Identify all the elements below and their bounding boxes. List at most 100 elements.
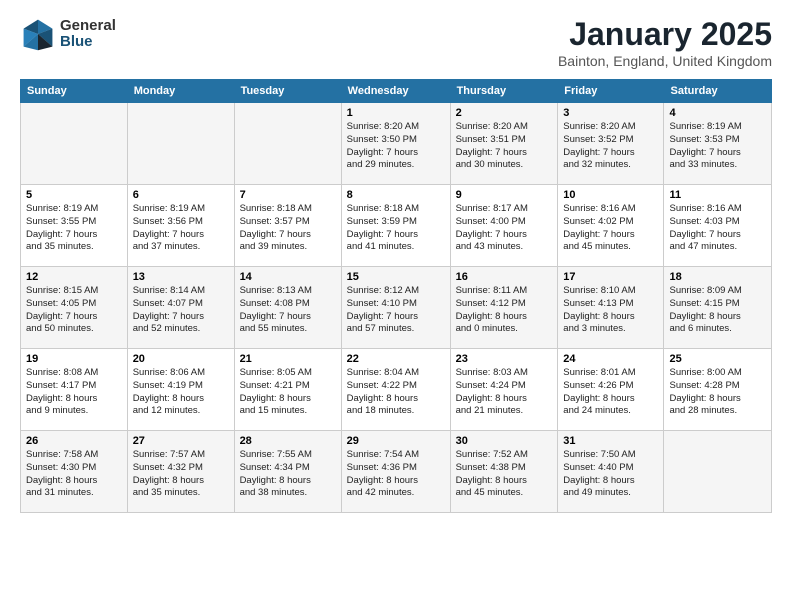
day-info: Sunrise: 8:16 AMSunset: 4:03 PMDaylight:… <box>669 203 766 254</box>
calendar-cell: 25 Sunrise: 8:00 AMSunset: 4:28 PMDayligh… <box>664 349 772 431</box>
day-number: 31 <box>563 435 658 447</box>
day-number: 14 <box>240 271 336 283</box>
day-info: Sunrise: 8:06 AMSunset: 4:19 PMDaylight:… <box>133 367 229 418</box>
day-number: 8 <box>347 189 445 201</box>
calendar-cell: 24 Sunrise: 8:01 AMSunset: 4:26 PMDayligh… <box>558 349 664 431</box>
day-number: 18 <box>669 271 766 283</box>
day-number: 23 <box>456 353 553 365</box>
day-info: Sunrise: 7:57 AMSunset: 4:32 PMDaylight:… <box>133 449 229 500</box>
subtitle: Bainton, England, United Kingdom <box>558 53 772 69</box>
day-info: Sunrise: 8:09 AMSunset: 4:15 PMDaylight:… <box>669 285 766 336</box>
day-info: Sunrise: 8:08 AMSunset: 4:17 PMDaylight:… <box>26 367 122 418</box>
day-info: Sunrise: 8:03 AMSunset: 4:24 PMDaylight:… <box>456 367 553 418</box>
day-number: 26 <box>26 435 122 447</box>
day-info: Sunrise: 8:20 AMSunset: 3:51 PMDaylight:… <box>456 121 553 172</box>
day-info: Sunrise: 7:52 AMSunset: 4:38 PMDaylight:… <box>456 449 553 500</box>
logo-icon <box>20 16 56 52</box>
calendar-cell: 28Sunrise: 7:55 AMSunset: 4:34 PMDayligh… <box>234 431 341 513</box>
day-info: Sunrise: 8:16 AMSunset: 4:02 PMDaylight:… <box>563 203 658 254</box>
calendar-week-4: 19 Sunrise: 8:08 AMSunset: 4:17 PMDayligh… <box>21 349 772 431</box>
calendar-week-1: 1 Sunrise: 8:20 AMSunset: 3:50 PMDaylight… <box>21 103 772 185</box>
day-number: 5 <box>26 189 122 201</box>
calendar-cell: 10 Sunrise: 8:16 AMSunset: 4:02 PMDayligh… <box>558 185 664 267</box>
day-number: 21 <box>240 353 336 365</box>
day-number: 4 <box>669 107 766 119</box>
day-info: Sunrise: 8:05 AMSunset: 4:21 PMDaylight:… <box>240 367 336 418</box>
day-info: Sunrise: 7:54 AMSunset: 4:36 PMDaylight:… <box>347 449 445 500</box>
day-info: Sunrise: 8:01 AMSunset: 4:26 PMDaylight:… <box>563 367 658 418</box>
day-info: Sunrise: 8:20 AMSunset: 3:50 PMDaylight:… <box>347 121 445 172</box>
logo: General Blue <box>20 16 116 52</box>
calendar-cell: 15 Sunrise: 8:12 AMSunset: 4:10 PMDayligh… <box>341 267 450 349</box>
calendar-body: 1 Sunrise: 8:20 AMSunset: 3:50 PMDaylight… <box>21 103 772 513</box>
day-number: 17 <box>563 271 658 283</box>
calendar-cell: 22Sunrise: 8:04 AMSunset: 4:22 PMDayligh… <box>341 349 450 431</box>
header-row: Sunday Monday Tuesday Wednesday Thursday… <box>21 80 772 103</box>
logo-general-text: General <box>60 18 116 35</box>
calendar-cell: 12Sunrise: 8:15 AMSunset: 4:05 PMDayligh… <box>21 267 128 349</box>
calendar-cell: 6 Sunrise: 8:19 AMSunset: 3:56 PMDaylight… <box>127 185 234 267</box>
day-info: Sunrise: 8:04 AMSunset: 4:22 PMDaylight:… <box>347 367 445 418</box>
calendar-cell: 30Sunrise: 7:52 AMSunset: 4:38 PMDayligh… <box>450 431 558 513</box>
calendar: Sunday Monday Tuesday Wednesday Thursday… <box>20 79 772 513</box>
calendar-cell: 18 Sunrise: 8:09 AMSunset: 4:15 PMDayligh… <box>664 267 772 349</box>
day-info: Sunrise: 8:18 AMSunset: 3:57 PMDaylight:… <box>240 203 336 254</box>
calendar-week-3: 12Sunrise: 8:15 AMSunset: 4:05 PMDayligh… <box>21 267 772 349</box>
header-wednesday: Wednesday <box>341 80 450 103</box>
day-number: 2 <box>456 107 553 119</box>
calendar-cell <box>664 431 772 513</box>
calendar-cell: 14 Sunrise: 8:13 AMSunset: 4:08 PMDayligh… <box>234 267 341 349</box>
calendar-cell: 21 Sunrise: 8:05 AMSunset: 4:21 PMDayligh… <box>234 349 341 431</box>
calendar-cell: 9Sunrise: 8:17 AMSunset: 4:00 PMDaylight… <box>450 185 558 267</box>
day-number: 29 <box>347 435 445 447</box>
calendar-cell: 19 Sunrise: 8:08 AMSunset: 4:17 PMDayligh… <box>21 349 128 431</box>
day-info: Sunrise: 8:13 AMSunset: 4:08 PMDaylight:… <box>240 285 336 336</box>
header-monday: Monday <box>127 80 234 103</box>
calendar-cell: 11 Sunrise: 8:16 AMSunset: 4:03 PMDayligh… <box>664 185 772 267</box>
day-number: 6 <box>133 189 229 201</box>
day-info: Sunrise: 8:00 AMSunset: 4:28 PMDaylight:… <box>669 367 766 418</box>
day-info: Sunrise: 8:19 AMSunset: 3:55 PMDaylight:… <box>26 203 122 254</box>
day-info: Sunrise: 8:18 AMSunset: 3:59 PMDaylight:… <box>347 203 445 254</box>
day-number: 10 <box>563 189 658 201</box>
title-area: January 2025 Bainton, England, United Ki… <box>558 16 772 69</box>
day-number: 25 <box>669 353 766 365</box>
calendar-cell: 17Sunrise: 8:10 AMSunset: 4:13 PMDayligh… <box>558 267 664 349</box>
calendar-cell: 20 Sunrise: 8:06 AMSunset: 4:19 PMDayligh… <box>127 349 234 431</box>
day-number: 19 <box>26 353 122 365</box>
calendar-cell: 23 Sunrise: 8:03 AMSunset: 4:24 PMDayligh… <box>450 349 558 431</box>
calendar-cell: 3Sunrise: 8:20 AMSunset: 3:52 PMDaylight… <box>558 103 664 185</box>
day-number: 24 <box>563 353 658 365</box>
day-number: 11 <box>669 189 766 201</box>
day-number: 13 <box>133 271 229 283</box>
day-info: Sunrise: 8:20 AMSunset: 3:52 PMDaylight:… <box>563 121 658 172</box>
day-info: Sunrise: 8:17 AMSunset: 4:00 PMDaylight:… <box>456 203 553 254</box>
page: General Blue January 2025 Bainton, Engla… <box>0 0 792 523</box>
header: General Blue January 2025 Bainton, Engla… <box>20 16 772 69</box>
calendar-cell: 26Sunrise: 7:58 AMSunset: 4:30 PMDayligh… <box>21 431 128 513</box>
day-number: 1 <box>347 107 445 119</box>
calendar-cell: 1 Sunrise: 8:20 AMSunset: 3:50 PMDaylight… <box>341 103 450 185</box>
calendar-cell: 7 Sunrise: 8:18 AMSunset: 3:57 PMDaylight… <box>234 185 341 267</box>
header-sunday: Sunday <box>21 80 128 103</box>
day-number: 27 <box>133 435 229 447</box>
day-info: Sunrise: 8:19 AMSunset: 3:53 PMDaylight:… <box>669 121 766 172</box>
calendar-cell: 16Sunrise: 8:11 AMSunset: 4:12 PMDayligh… <box>450 267 558 349</box>
day-info: Sunrise: 8:14 AMSunset: 4:07 PMDaylight:… <box>133 285 229 336</box>
calendar-cell: 8 Sunrise: 8:18 AMSunset: 3:59 PMDaylight… <box>341 185 450 267</box>
day-info: Sunrise: 8:19 AMSunset: 3:56 PMDaylight:… <box>133 203 229 254</box>
day-info: Sunrise: 8:12 AMSunset: 4:10 PMDaylight:… <box>347 285 445 336</box>
calendar-cell: 5 Sunrise: 8:19 AMSunset: 3:55 PMDaylight… <box>21 185 128 267</box>
calendar-cell: 31 Sunrise: 7:50 AMSunset: 4:40 PMDayligh… <box>558 431 664 513</box>
day-number: 7 <box>240 189 336 201</box>
day-number: 20 <box>133 353 229 365</box>
header-tuesday: Tuesday <box>234 80 341 103</box>
day-info: Sunrise: 7:55 AMSunset: 4:34 PMDaylight:… <box>240 449 336 500</box>
day-info: Sunrise: 7:50 AMSunset: 4:40 PMDaylight:… <box>563 449 658 500</box>
header-saturday: Saturday <box>664 80 772 103</box>
month-title: January 2025 <box>558 16 772 53</box>
calendar-cell <box>234 103 341 185</box>
calendar-cell <box>127 103 234 185</box>
day-number: 15 <box>347 271 445 283</box>
header-friday: Friday <box>558 80 664 103</box>
